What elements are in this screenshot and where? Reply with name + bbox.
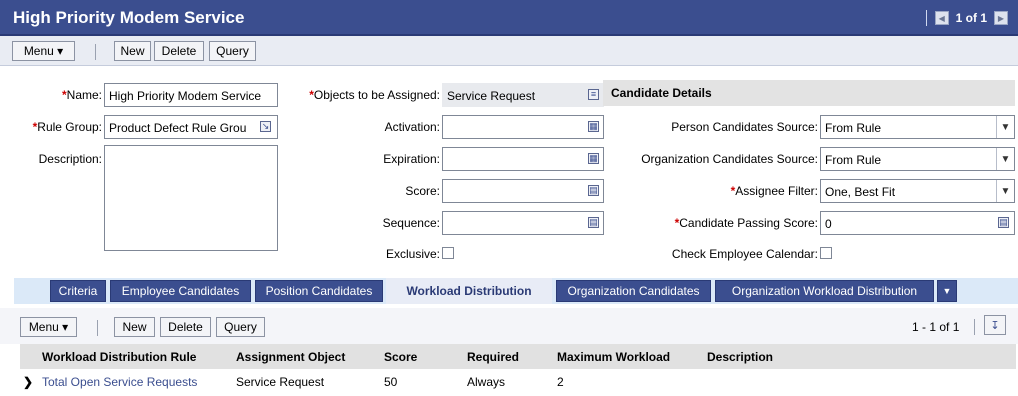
tab-criteria[interactable]: Criteria (50, 280, 106, 302)
assignment-object-cell: Service Request (236, 375, 325, 389)
menu-button[interactable]: Menu ▾ (12, 41, 75, 61)
calendar-icon[interactable]: ▦ (588, 121, 599, 132)
sequence-field[interactable] (442, 211, 604, 235)
assignee-filter-label: *Assignee Filter: (730, 184, 818, 198)
score-label: Score: (405, 184, 440, 198)
calculator-icon[interactable]: ▤ (588, 185, 599, 196)
list-query-button[interactable]: Query (216, 317, 265, 337)
query-button[interactable]: Query (209, 41, 256, 61)
toolbar-divider (974, 319, 975, 335)
name-label: *Name: (61, 88, 102, 102)
description-textarea[interactable] (104, 145, 278, 251)
row-selector-chevron-icon[interactable]: ❯ (23, 375, 33, 389)
check-calendar-checkbox[interactable] (820, 247, 832, 259)
pick-applet-icon[interactable]: ≡ (588, 89, 599, 100)
new-button[interactable]: New (114, 41, 151, 61)
record-count: 1 - 1 of 1 (912, 320, 960, 334)
tab-workload-distribution[interactable]: Workload Distribution (386, 278, 552, 304)
expiration-label: Expiration: (383, 152, 440, 166)
list-delete-button[interactable]: Delete (160, 317, 211, 337)
calendar-icon[interactable]: ▦ (588, 153, 599, 164)
calculator-icon[interactable]: ▤ (588, 217, 599, 228)
chevron-down-icon[interactable]: ▼ (996, 116, 1014, 138)
rule-link[interactable]: Total Open Service Requests (42, 375, 197, 389)
column-header-description[interactable]: Description (707, 350, 773, 364)
person-source-select[interactable]: From Rule (820, 115, 1015, 139)
column-header-maximum-workload[interactable]: Maximum Workload (557, 350, 670, 364)
pager-divider (925, 10, 927, 26)
form-toolbar: Menu ▾ New Delete Query (0, 36, 1018, 66)
list-toolbar: Menu ▾ New Delete Query 1 - 1 of 1 ↧ (0, 308, 1018, 344)
expiration-field[interactable] (442, 147, 604, 171)
list-menu-button[interactable]: Menu ▾ (20, 317, 77, 337)
tab-organization-candidates[interactable]: Organization Candidates (556, 280, 711, 302)
applet-title: High Priority Modem Service (13, 8, 245, 27)
score-field[interactable] (442, 179, 604, 203)
assignee-filter-select[interactable]: One, Best Fit (820, 179, 1015, 203)
column-header-score[interactable]: Score (384, 350, 417, 364)
tab-position-candidates[interactable]: Position Candidates (255, 280, 383, 302)
rule-group-label: *Rule Group: (32, 120, 102, 134)
tab-organization-workload-distribution[interactable]: Organization Workload Distribution (715, 280, 934, 302)
candidate-details-header: Candidate Details (603, 80, 1015, 106)
check-calendar-label: Check Employee Calendar: (671, 247, 818, 261)
activation-label: Activation: (384, 120, 440, 134)
rule-group-field[interactable]: Product Defect Rule Grou (104, 115, 278, 139)
name-field[interactable]: High Priority Modem Service (104, 83, 278, 107)
chevron-down-icon[interactable]: ▼ (996, 180, 1014, 202)
score-cell: 50 (384, 375, 398, 389)
required-cell: Always (467, 375, 506, 389)
org-source-label: Organization Candidates Source: (641, 152, 818, 166)
column-header-rule[interactable]: Workload Distribution Rule (42, 350, 196, 364)
rule-group-value: Product Defect Rule Grou (109, 121, 247, 135)
assignee-filter-value: One, Best Fit (825, 185, 896, 199)
expand-list-icon[interactable]: ↧ (984, 315, 1006, 335)
more-tabs-chevron-icon[interactable]: ▼ (937, 280, 957, 302)
passing-score-field[interactable]: 0 (820, 211, 1015, 235)
pick-list-icon[interactable]: ↘ (260, 121, 271, 132)
applet-title-bar: High Priority Modem Service ◀ 1 of 1 ▶ (0, 0, 1018, 36)
activation-field[interactable] (442, 115, 604, 139)
record-pager: ◀ 1 of 1 ▶ (925, 10, 1008, 26)
exclusive-checkbox[interactable] (442, 247, 454, 259)
table-row[interactable]: ❯ Total Open Service Requests Service Re… (20, 369, 1016, 396)
objects-label: *Objects to be Assigned: (309, 88, 440, 102)
list-header-row: Workload Distribution Rule Assignment Ob… (20, 344, 1016, 369)
objects-field[interactable]: Service Request (442, 83, 604, 107)
next-record-icon[interactable]: ▶ (994, 11, 1008, 25)
description-label: Description: (38, 152, 102, 166)
sequence-label: Sequence: (382, 216, 440, 230)
record-position: 1 of 1 (955, 11, 987, 25)
tab-employee-candidates[interactable]: Employee Candidates (110, 280, 251, 302)
passing-score-label: *Candidate Passing Score: (674, 216, 818, 230)
org-source-value: From Rule (825, 153, 882, 167)
chevron-down-icon[interactable]: ▼ (996, 148, 1014, 170)
toolbar-divider (97, 320, 98, 336)
calculator-icon[interactable]: ▤ (998, 217, 1009, 228)
person-source-label: Person Candidates Source: (671, 120, 818, 134)
delete-button[interactable]: Delete (154, 41, 204, 61)
exclusive-label: Exclusive: (385, 247, 440, 261)
person-source-value: From Rule (825, 121, 882, 135)
column-header-assignment-object[interactable]: Assignment Object (236, 350, 345, 364)
list-new-button[interactable]: New (114, 317, 155, 337)
maximum-workload-cell: 2 (557, 375, 564, 389)
toolbar-divider (95, 44, 96, 60)
passing-score-value: 0 (825, 217, 832, 231)
org-source-select[interactable]: From Rule (820, 147, 1015, 171)
previous-record-icon[interactable]: ◀ (934, 11, 949, 25)
column-header-required[interactable]: Required (467, 350, 519, 364)
